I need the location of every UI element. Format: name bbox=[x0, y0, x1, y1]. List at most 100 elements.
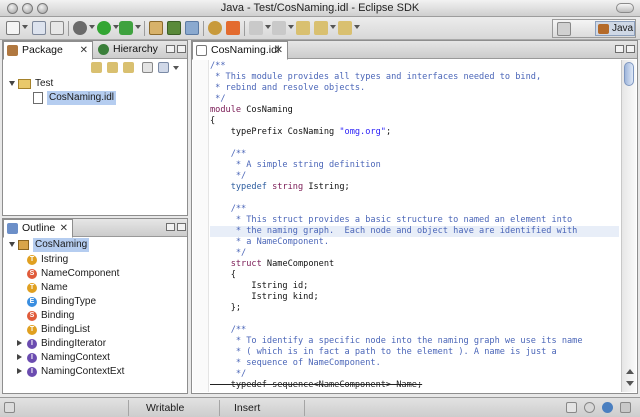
outline-type-icon: T bbox=[27, 255, 37, 265]
forward-icon[interactable] bbox=[338, 21, 352, 35]
outline-item-label: BindingType bbox=[41, 296, 97, 307]
outline-root-label: CosNaming bbox=[33, 238, 90, 252]
toolbar-toggle-button[interactable] bbox=[616, 3, 634, 13]
print-icon[interactable] bbox=[50, 21, 64, 35]
tab-outline[interactable]: Outline ✕ bbox=[3, 219, 73, 238]
open-type-icon[interactable] bbox=[208, 21, 222, 35]
new-java-project-icon[interactable] bbox=[149, 21, 163, 35]
globe-icon[interactable] bbox=[602, 402, 613, 413]
tree-item-cosnaming-idl[interactable]: CosNaming.idl bbox=[33, 91, 183, 105]
run-icon[interactable] bbox=[97, 21, 111, 35]
debug-icon[interactable] bbox=[73, 21, 87, 35]
outline-type-icon: I bbox=[27, 339, 37, 349]
expand-icon[interactable] bbox=[17, 354, 22, 360]
code-line: /** bbox=[210, 149, 247, 160]
tab-hierarchy[interactable]: Hierarchy bbox=[95, 41, 163, 59]
maximize-icon[interactable] bbox=[626, 45, 635, 53]
code-editor[interactable]: /** * This module provides all types and… bbox=[210, 60, 619, 392]
code-line: typedef sequence<NameComponent> Name; bbox=[210, 380, 422, 391]
fast-view-icon[interactable] bbox=[4, 402, 15, 413]
code-token: Istring; bbox=[308, 182, 350, 192]
java-perspective-label: Java bbox=[612, 23, 634, 34]
new-icon[interactable] bbox=[6, 21, 20, 35]
previous-annotation-icon[interactable] bbox=[272, 21, 286, 35]
package-icon bbox=[7, 45, 18, 56]
outline-item[interactable]: S Binding bbox=[17, 309, 177, 323]
up-icon[interactable] bbox=[123, 62, 134, 73]
chevron-down-icon[interactable] bbox=[22, 25, 28, 29]
chevron-down-icon[interactable] bbox=[288, 25, 294, 29]
back-icon[interactable] bbox=[296, 21, 310, 35]
collapse-all-icon[interactable] bbox=[142, 62, 153, 73]
chevron-down-icon[interactable] bbox=[89, 25, 95, 29]
view-menu-icon[interactable] bbox=[173, 66, 179, 70]
code-token: Istring id; bbox=[210, 281, 309, 291]
code-line: */ bbox=[210, 171, 246, 182]
tab-package[interactable]: Package ✕ bbox=[3, 41, 93, 60]
maximize-icon[interactable] bbox=[177, 45, 186, 53]
lock-icon[interactable] bbox=[620, 402, 631, 413]
expand-icon[interactable] bbox=[17, 368, 22, 374]
outline-item[interactable]: S NameComponent bbox=[17, 267, 177, 281]
code-token: * the naming graph. Each node and object… bbox=[210, 226, 578, 236]
minimize-icon[interactable] bbox=[166, 223, 175, 231]
outline-item[interactable]: I NamingContext bbox=[17, 351, 177, 365]
code-token: }; bbox=[210, 303, 242, 313]
chevron-down-icon[interactable] bbox=[265, 25, 271, 29]
back-icon[interactable] bbox=[91, 62, 102, 73]
chevron-down-icon[interactable] bbox=[330, 25, 336, 29]
java-perspective-icon bbox=[598, 24, 609, 34]
code-token: { bbox=[210, 116, 216, 126]
new-class-icon[interactable] bbox=[185, 21, 199, 35]
code-line: }; bbox=[210, 303, 241, 314]
outline-type-icon: T bbox=[27, 325, 37, 335]
outline-root[interactable]: CosNaming bbox=[9, 238, 179, 252]
maximize-icon[interactable] bbox=[177, 223, 186, 231]
new-package-icon[interactable] bbox=[167, 21, 181, 35]
search-icon[interactable] bbox=[226, 21, 240, 35]
expand-icon[interactable] bbox=[9, 81, 15, 86]
code-token: { bbox=[210, 270, 236, 280]
minimize-icon[interactable] bbox=[166, 45, 175, 53]
tab-editor-cosnaming[interactable]: CosNaming.idl ✕ bbox=[192, 41, 288, 60]
outline-item[interactable]: I BindingIterator bbox=[17, 337, 177, 351]
expand-icon[interactable] bbox=[17, 340, 22, 346]
close-icon[interactable]: ✕ bbox=[275, 42, 283, 59]
next-annotation-icon[interactable] bbox=[249, 21, 263, 35]
code-token: * sequence of NameComponent. bbox=[210, 358, 381, 368]
outline-item[interactable]: T Name bbox=[17, 281, 177, 295]
java-perspective-button[interactable]: Java bbox=[595, 21, 635, 36]
open-perspective-icon[interactable] bbox=[557, 22, 571, 36]
scroll-thumb[interactable] bbox=[624, 62, 634, 86]
chevron-down-icon[interactable] bbox=[354, 25, 360, 29]
help-icon[interactable] bbox=[584, 402, 595, 413]
outline-item[interactable]: T BindingList bbox=[17, 323, 177, 337]
close-icon[interactable]: ✕ bbox=[80, 42, 88, 59]
link-with-editor-icon[interactable] bbox=[158, 62, 169, 73]
code-line: struct NameComponent bbox=[210, 259, 335, 270]
status-divider bbox=[219, 400, 220, 416]
code-token: * A simple string definition bbox=[210, 160, 381, 170]
forward-icon[interactable] bbox=[107, 62, 118, 73]
scroll-up-icon[interactable] bbox=[626, 369, 634, 374]
module-icon bbox=[18, 240, 29, 250]
task-icon[interactable] bbox=[566, 402, 577, 413]
outline-type-icon: I bbox=[27, 367, 37, 377]
scroll-down-icon[interactable] bbox=[626, 381, 634, 386]
code-token: CosNaming bbox=[246, 105, 293, 115]
external-tools-icon[interactable] bbox=[119, 21, 133, 35]
expand-icon[interactable] bbox=[9, 242, 15, 247]
save-icon[interactable] bbox=[32, 21, 46, 35]
chevron-down-icon[interactable] bbox=[135, 25, 141, 29]
outline-item[interactable]: E BindingType bbox=[17, 295, 177, 309]
code-line: */ bbox=[210, 369, 246, 380]
close-icon[interactable]: ✕ bbox=[60, 220, 68, 237]
tree-item-test[interactable]: Test bbox=[9, 77, 179, 91]
vertical-scrollbar[interactable] bbox=[621, 60, 636, 392]
code-token: * a NameComponent. bbox=[210, 237, 329, 247]
code-token: "omg.org" bbox=[339, 127, 386, 137]
forward-arrow-icon[interactable] bbox=[314, 21, 328, 35]
outline-item[interactable]: T Istring bbox=[17, 253, 177, 267]
outline-item[interactable]: I NamingContextExt bbox=[17, 365, 177, 379]
minimize-icon[interactable] bbox=[615, 45, 624, 53]
